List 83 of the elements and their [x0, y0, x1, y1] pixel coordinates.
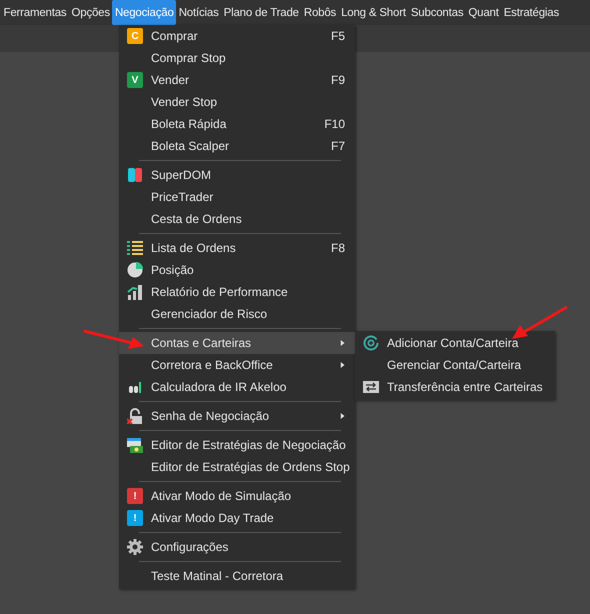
shortcut-label: F8	[330, 241, 345, 255]
add-icon	[363, 335, 379, 351]
menu-bar-item[interactable]: Subcontas	[408, 0, 466, 25]
menu-item-label: Comprar	[151, 29, 199, 43]
split-panel-icon	[127, 167, 143, 183]
menu-bar-item[interactable]: Robôs	[301, 0, 339, 25]
menu-bar-item[interactable]: Negociação	[112, 0, 176, 25]
menu-item[interactable]: Boleta Scalper F7	[119, 135, 355, 157]
bar-chart-icon	[127, 284, 143, 300]
menu-item-label: PriceTrader	[151, 190, 214, 204]
menu-item[interactable]: ! Ativar Modo de Simulação	[119, 485, 355, 507]
badge-icon: !	[127, 488, 143, 504]
menu-bar-item[interactable]: Quant	[466, 0, 502, 25]
annotation-arrow	[512, 306, 568, 339]
menu-bar-item[interactable]: Estratégias	[501, 0, 562, 25]
menu-item-label: Vender	[151, 73, 190, 87]
submenu-item[interactable]: Gerenciar Conta/Carteira	[355, 354, 555, 376]
menu-item-label: Calculadora de IR Akeloo	[151, 380, 288, 394]
menu-item-label: Cesta de Ordens	[151, 212, 243, 226]
list-icon	[127, 240, 143, 256]
gear-icon	[127, 539, 143, 555]
badge-icon: !	[127, 510, 143, 526]
menu-item-label: Lista de Ordens	[151, 241, 237, 255]
menu-bar-item[interactable]: Long & Short	[338, 0, 408, 25]
menu-item[interactable]: Teste Matinal - Corretora	[119, 565, 355, 587]
menu-item-label: Configurações	[151, 540, 230, 554]
shortcut-label: F7	[330, 139, 345, 153]
menu-item[interactable]: SuperDOM	[119, 164, 355, 186]
menu-item-label: Corretora e BackOffice	[151, 358, 274, 372]
menu-item-label: Ativar Modo Day Trade	[151, 511, 275, 525]
menu-bar-item[interactable]: Opções	[69, 0, 112, 25]
badge-icon: C	[127, 28, 143, 44]
menu-item[interactable]: Senha de Negociação	[119, 405, 355, 427]
menu-item[interactable]: Vender Stop	[119, 91, 355, 113]
menu-item-label: Senha de Negociação	[151, 409, 270, 423]
menu-item[interactable]: Contas e Carteiras	[119, 332, 355, 354]
pie-chart-icon	[127, 262, 143, 278]
menu-item-label: Gerenciar Conta/Carteira	[387, 358, 522, 372]
menu-item-label: Adicionar Conta/Carteira	[387, 336, 520, 350]
menu-item[interactable]: Comprar Stop	[119, 47, 355, 69]
menu-item-label: Boleta Scalper	[151, 139, 230, 153]
logo-icon	[129, 381, 141, 393]
menu-item-label: Teste Matinal - Corretora	[151, 569, 284, 583]
menu-item-label: Gerenciador de Risco	[151, 307, 268, 321]
menu-item[interactable]: Boleta Rápida F10	[119, 113, 355, 135]
submenu-item[interactable]: Adicionar Conta/Carteira	[355, 332, 555, 354]
menu-item[interactable]: Editor de Estratégias de Negociação	[119, 434, 355, 456]
shortcut-label: F9	[330, 73, 345, 87]
menu-item[interactable]: Editor de Estratégias de Ordens Stop	[119, 456, 355, 478]
menu-item[interactable]: Configurações	[119, 536, 355, 558]
menu-bar-item[interactable]: Plano de Trade	[221, 0, 302, 25]
menu-item[interactable]: V Vender F9	[119, 69, 355, 91]
menu-item[interactable]: PriceTrader	[119, 186, 355, 208]
menu-item-label: Comprar Stop	[151, 51, 227, 65]
badge-icon: V	[127, 72, 143, 88]
menu-item[interactable]: Calculadora de IR Akeloo	[119, 376, 355, 398]
menu-item[interactable]: C Comprar F5	[119, 25, 355, 47]
submenu-item[interactable]: Transferência entre Carteiras	[355, 376, 555, 398]
menu-item-label: Posição	[151, 263, 195, 277]
menu-item-label: SuperDOM	[151, 168, 212, 182]
menu-item[interactable]: Cesta de Ordens	[119, 208, 355, 230]
menu-item-label: Contas e Carteiras	[151, 336, 252, 350]
menu-item-label: Ativar Modo de Simulação	[151, 489, 292, 503]
menu-item[interactable]: Corretora e BackOffice	[119, 354, 355, 376]
lock-icon	[127, 408, 143, 424]
transfer-icon	[363, 379, 379, 395]
menu-item-label: Vender Stop	[151, 95, 218, 109]
shortcut-label: F10	[324, 117, 345, 131]
menu-item[interactable]: Posição	[119, 259, 355, 281]
window-money-icon	[127, 437, 143, 453]
menu-item[interactable]: Relatório de Performance	[119, 281, 355, 303]
annotation-arrow	[84, 330, 144, 349]
menu-item[interactable]: Gerenciador de Risco	[119, 303, 355, 325]
menu-bar-item[interactable]: Notícias	[176, 0, 222, 25]
menu-item[interactable]: Lista de Ordens F8	[119, 237, 355, 259]
menu-item-label: Boleta Rápida	[151, 117, 228, 131]
shortcut-label: F5	[330, 29, 345, 43]
menu-item-label: Editor de Estratégias de Negociação	[151, 438, 346, 452]
menu-bar-item[interactable]: Ferramentas	[1, 0, 69, 25]
menu-item-label: Transferência entre Carteiras	[387, 380, 544, 394]
menu-item-label: Relatório de Performance	[151, 285, 289, 299]
menu-item-label: Editor de Estratégias de Ordens Stop	[151, 460, 350, 474]
menu-item[interactable]: ! Ativar Modo Day Trade	[119, 507, 355, 529]
